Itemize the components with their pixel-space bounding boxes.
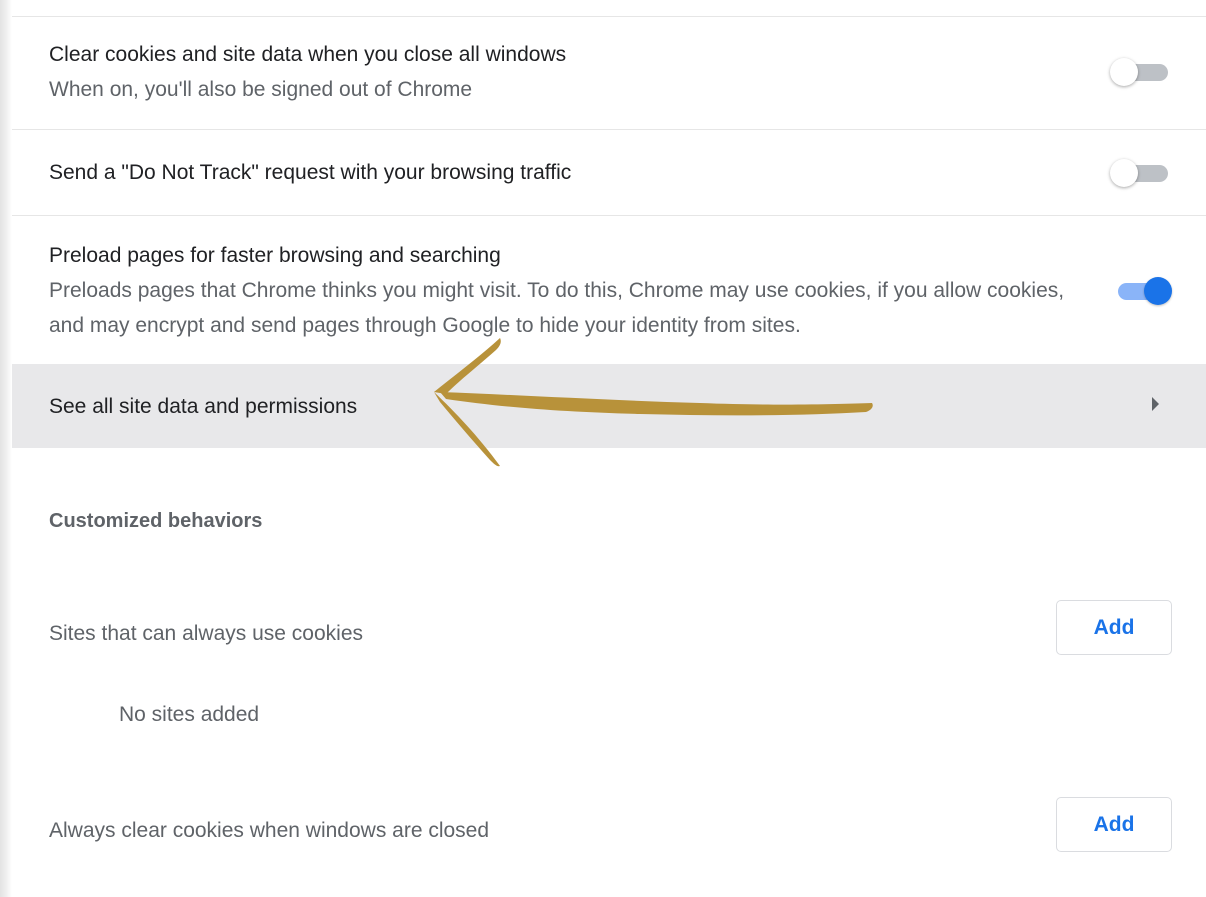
always-use-cookies-label: Sites that can always use cookies bbox=[49, 622, 363, 645]
preload-subtitle: Preloads pages that Chrome thinks you mi… bbox=[49, 279, 1065, 337]
preload-toggle[interactable] bbox=[1112, 276, 1172, 306]
setting-row-preload[interactable]: Preload pages for faster browsing and se… bbox=[12, 216, 1206, 364]
toggle-knob bbox=[1144, 277, 1172, 305]
do-not-track-toggle[interactable] bbox=[1110, 158, 1170, 188]
toggle-knob bbox=[1110, 159, 1138, 187]
setting-row-do-not-track[interactable]: Send a "Do Not Track" request with your … bbox=[12, 130, 1206, 216]
toggle-knob bbox=[1110, 58, 1138, 86]
chevron-right-icon bbox=[1152, 397, 1159, 411]
customized-behaviors-heading: Customized behaviors bbox=[49, 510, 263, 532]
preload-title: Preload pages for faster browsing and se… bbox=[49, 244, 501, 267]
add-always-clear-cookies-button[interactable]: Add bbox=[1056, 797, 1172, 852]
clear-cookies-toggle[interactable] bbox=[1110, 57, 1170, 87]
do-not-track-title: Send a "Do Not Track" request with your … bbox=[49, 161, 572, 184]
chrome-cookie-settings-page: Clear cookies and site data when you clo… bbox=[0, 0, 1206, 897]
see-all-site-data-link[interactable]: See all site data and permissions bbox=[12, 364, 1206, 448]
clear-cookies-title: Clear cookies and site data when you clo… bbox=[49, 43, 567, 66]
clear-cookies-subtitle: When on, you'll also be signed out of Ch… bbox=[49, 78, 473, 101]
panel-left-edge bbox=[0, 0, 12, 897]
no-sites-added-text: No sites added bbox=[119, 703, 260, 726]
always-clear-cookies-label: Always clear cookies when windows are cl… bbox=[49, 819, 490, 842]
add-always-use-cookies-button[interactable]: Add bbox=[1056, 600, 1172, 655]
setting-row-clear-cookies[interactable]: Clear cookies and site data when you clo… bbox=[12, 17, 1206, 130]
see-all-site-data-label: See all site data and permissions bbox=[49, 395, 358, 418]
